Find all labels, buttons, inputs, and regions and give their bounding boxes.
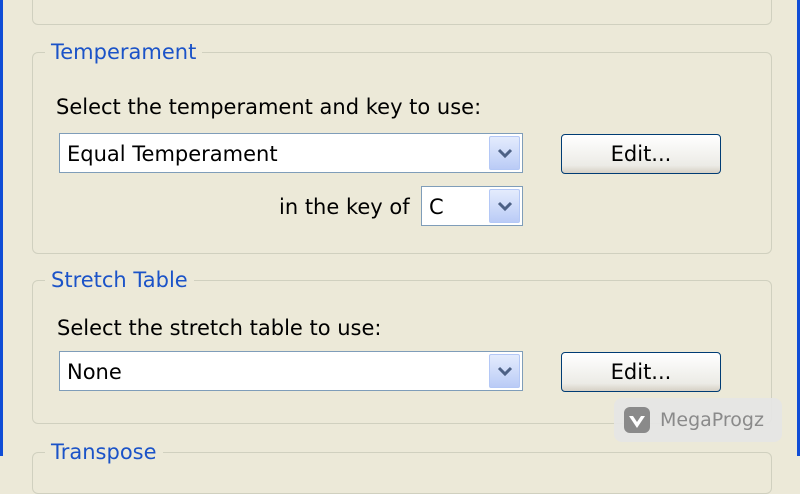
stretch-table-edit-button[interactable]: Edit... xyxy=(561,352,721,392)
watermark-text: MegaProgz xyxy=(660,409,764,431)
temperament-prompt: Select the temperament and key to use: xyxy=(56,95,482,119)
previous-group xyxy=(32,0,772,25)
stretch-table-select[interactable]: None xyxy=(59,351,523,391)
stretch-table-select-value: None xyxy=(67,360,122,384)
temperament-edit-button[interactable]: Edit... xyxy=(561,134,721,174)
key-dropdown-button[interactable] xyxy=(489,189,520,223)
temperament-dropdown-button[interactable] xyxy=(489,136,520,170)
key-select[interactable]: C xyxy=(421,186,523,226)
transpose-group: Transpose xyxy=(32,439,772,494)
temperament-group-title: Temperament xyxy=(45,39,203,65)
chevron-down-icon xyxy=(497,366,512,377)
temperament-select[interactable]: Equal Temperament xyxy=(59,133,523,173)
window-frame-left xyxy=(0,0,3,456)
megaprogz-logo-icon xyxy=(624,407,650,433)
watermark: MegaProgz xyxy=(614,398,782,442)
key-select-value: C xyxy=(429,195,444,219)
temperament-select-value: Equal Temperament xyxy=(67,142,278,166)
transpose-group-title: Transpose xyxy=(45,439,163,465)
key-label: in the key of xyxy=(279,195,410,219)
stretch-table-prompt: Select the stretch table to use: xyxy=(57,316,382,340)
stretch-table-dropdown-button[interactable] xyxy=(489,354,520,388)
chevron-down-icon xyxy=(497,201,512,212)
stretch-table-group-title: Stretch Table xyxy=(45,267,194,293)
chevron-down-icon xyxy=(497,148,512,159)
